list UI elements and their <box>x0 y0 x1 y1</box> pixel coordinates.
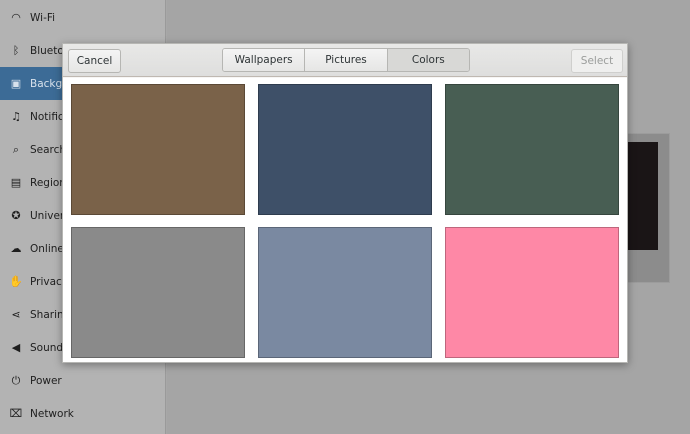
bluetooth-icon: ᛒ <box>12 44 20 57</box>
region-icon: ▤ <box>10 176 22 189</box>
background-chooser-dialog: Cancel Wallpapers Pictures Colors Select <box>62 43 628 363</box>
color-swatch[interactable] <box>71 227 245 358</box>
search-icon: ⌕ <box>12 142 20 156</box>
network-icon: ⌧ <box>9 407 23 420</box>
tab-pictures[interactable]: Pictures <box>305 49 388 71</box>
sidebar-item-label: Bluetooth <box>30 44 64 57</box>
privacy-hand-icon: ✋ <box>9 275 23 288</box>
sidebar-item-network[interactable]: ⌧ Network <box>0 397 166 430</box>
color-swatch[interactable] <box>258 227 432 358</box>
tab-colors[interactable]: Colors <box>387 49 469 71</box>
sidebar-item-label: Search <box>30 143 62 156</box>
power-icon: ⏻ <box>11 373 21 387</box>
source-tabs: Wallpapers Pictures Colors <box>222 48 470 72</box>
sidebar-item-label: Notifications <box>30 110 64 123</box>
sidebar-item-label: Power <box>30 374 62 387</box>
color-grid <box>63 78 627 362</box>
background-icon: ▣ <box>10 77 22 90</box>
dialog-headerbar: Cancel Wallpapers Pictures Colors Select <box>63 44 627 77</box>
bell-icon: ♫ <box>11 110 21 123</box>
sidebar-item-label: Sharing <box>30 308 63 321</box>
sidebar-item-wifi[interactable]: ◠ Wi-Fi <box>0 1 166 34</box>
share-icon: ⋖ <box>11 308 21 321</box>
cancel-button[interactable]: Cancel <box>68 49 121 73</box>
sidebar-item-label: Online Accounts <box>30 242 62 255</box>
sidebar-item-label: Network <box>30 407 74 420</box>
select-button[interactable]: Select <box>571 49 623 73</box>
sidebar-item-label: Universal Access <box>30 209 62 222</box>
color-swatch[interactable] <box>445 84 619 215</box>
tab-wallpapers[interactable]: Wallpapers <box>223 49 306 71</box>
sidebar-item-label: Region & Language <box>30 176 62 189</box>
online-accounts-icon: ☁ <box>10 242 22 255</box>
universal-access-icon: ✪ <box>11 209 21 222</box>
sidebar-item-label: Sound <box>30 341 64 354</box>
color-swatch[interactable] <box>258 84 432 215</box>
color-swatch[interactable] <box>445 227 619 358</box>
wifi-icon: ◠ <box>11 11 21 24</box>
color-swatch[interactable] <box>71 84 245 215</box>
sidebar-item-power[interactable]: ⏻ Power <box>0 364 166 397</box>
speaker-icon: ◀ <box>11 341 21 354</box>
sidebar-item-label: Wi-Fi <box>30 11 56 24</box>
sidebar-item-label: Background <box>30 77 66 90</box>
preview-screen <box>625 142 658 250</box>
